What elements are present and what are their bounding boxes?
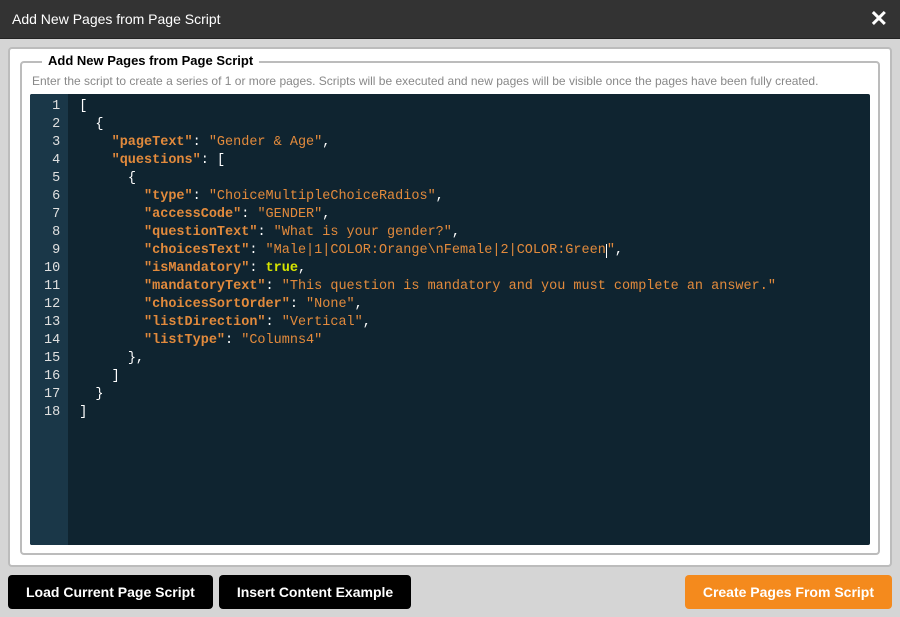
editor-gutter: 123456789101112131415161718 [30,94,69,545]
dialog-title: Add New Pages from Page Script [12,11,221,27]
button-row: Load Current Page Script Insert Content … [8,575,892,609]
load-current-page-script-button[interactable]: Load Current Page Script [8,575,213,609]
inner-panel: Add New Pages from Page Script Enter the… [8,47,892,567]
close-icon[interactable]: ✕ [870,8,888,30]
fieldset: Add New Pages from Page Script Enter the… [20,61,880,555]
button-spacer [417,575,679,609]
script-editor[interactable]: 123456789101112131415161718 [ { "pageTex… [30,94,870,545]
insert-content-example-button[interactable]: Insert Content Example [219,575,411,609]
fieldset-legend: Add New Pages from Page Script [42,53,259,68]
help-text: Enter the script to create a series of 1… [32,74,870,88]
dialog-titlebar: Add New Pages from Page Script ✕ [0,0,900,39]
create-pages-from-script-button[interactable]: Create Pages From Script [685,575,892,609]
editor-code[interactable]: [ { "pageText": "Gender & Age", "questio… [69,94,870,545]
dialog-body: Add New Pages from Page Script Enter the… [0,39,900,617]
